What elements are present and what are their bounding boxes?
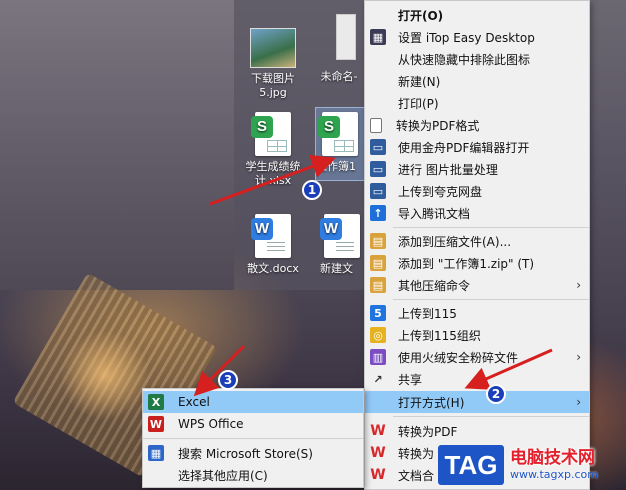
watermark-url: www.tagxp.com (510, 468, 598, 481)
step-badge-1: 1 (302, 180, 322, 200)
site-watermark: TAG 电脑技术网 www.tagxp.com (438, 440, 626, 490)
watermark-title: 电脑技术网 (510, 448, 595, 468)
annotation-arrow-2 (464, 348, 553, 390)
step-badge-2: 2 (486, 384, 506, 404)
watermark-logo: TAG (438, 445, 504, 485)
annotation-arrows (193, 154, 553, 397)
step-badge-3: 3 (218, 370, 238, 390)
